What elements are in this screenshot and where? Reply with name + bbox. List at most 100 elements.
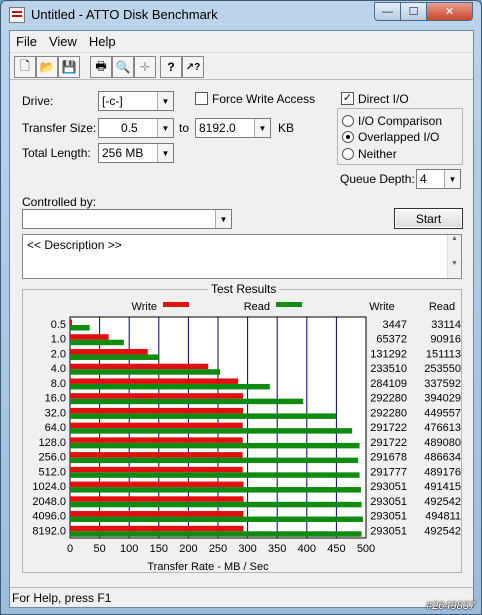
read-bar [70,383,270,390]
maximize-button[interactable]: ☐ [400,2,427,21]
write-bar [70,363,209,370]
read-bar [70,442,360,449]
io-comparison-radio[interactable] [342,115,354,127]
context-help-icon: ↗? [185,61,201,73]
read-bar [70,398,304,405]
write-value: 65372 [376,334,407,346]
y-category-label: 2048.0 [32,496,66,508]
minimize-button[interactable]: — [374,2,401,21]
menu-bar: File View Help [10,31,473,51]
read-bar [70,487,361,493]
chevron-down-icon: ▼ [157,119,173,137]
write-value: 293051 [370,525,407,537]
write-value: 293051 [370,511,407,523]
open-button[interactable]: 📂 [36,56,58,78]
description-box[interactable]: << Description >> ▲ ▼ [22,234,462,279]
neither-radio[interactable] [342,148,354,160]
queue-depth-select[interactable]: 4 ▼ [416,169,461,189]
read-value: 492542 [424,525,461,537]
print-preview-button[interactable]: 🔍 [112,56,134,78]
x-tick-label: 300 [238,543,256,555]
write-bar [70,525,244,532]
x-tick-label: 350 [268,543,286,555]
read-value: 337592 [424,378,461,390]
write-bar [70,437,243,443]
scroll-down-icon[interactable]: ▼ [448,260,461,267]
write-bar [70,393,244,399]
test-results-group: Test Results Write Read Write Read 0.5 1.… [22,282,462,573]
transfer-to-value: 8192.0 [199,121,236,135]
move-icon: ✛ [139,60,151,74]
read-value: 33114 [431,319,461,331]
y-category-label: 4096.0 [32,511,66,523]
chevron-down-icon: ▼ [157,144,173,162]
write-column-header: Write [369,301,394,313]
window-title: Untitled - ATTO Disk Benchmark [31,7,218,22]
menu-help[interactable]: Help [83,34,122,49]
y-category-label: 32.0 [45,407,66,419]
print-icon: 🖶 [95,58,107,73]
controlled-by-select[interactable]: ▼ [22,209,232,229]
y-category-label: 0.5 [51,319,66,331]
app-window: Untitled - ATTO Disk Benchmark — ☐ ✕ Fil… [0,0,482,615]
transfer-size-from-select[interactable]: 0.5 ▼ [98,118,174,138]
close-button[interactable]: ✕ [426,2,473,21]
y-category-label: 1.0 [51,334,66,346]
help-button[interactable]: ? [160,56,182,78]
read-value: 253550 [424,363,461,375]
x-axis-label: Transfer Rate - MB / Sec [147,561,269,572]
read-value: 90916 [430,334,461,346]
context-help-button[interactable]: ↗? [182,56,204,78]
read-column-header: Read [429,301,455,313]
write-bar [70,496,244,502]
read-bar [70,339,124,346]
y-category-label: 16.0 [45,393,66,405]
move-button[interactable]: ✛ [134,56,156,78]
write-value: 292280 [370,407,407,419]
to-label: to [179,121,190,135]
title-bar[interactable]: Untitled - ATTO Disk Benchmark — ☐ ✕ [1,1,481,29]
description-scrollbar[interactable]: ▲ ▼ [447,235,461,278]
new-file-icon: 🗋 [20,58,30,73]
legend-read-swatch [276,302,302,307]
x-tick-label: 200 [179,543,197,555]
new-file-button[interactable]: 🗋 [14,56,36,78]
drive-label: Drive: [22,94,54,108]
kb-label: KB [278,121,295,135]
write-value: 131292 [370,348,407,360]
transfer-size-label: Transfer Size: [22,121,97,135]
drive-select[interactable]: [-c-] ▼ [98,91,174,111]
force-write-checkbox[interactable] [195,92,208,105]
y-category-label: 4.0 [51,363,66,375]
y-category-label: 64.0 [45,422,66,434]
x-tick-label: 150 [150,543,168,555]
transfer-from-value: 0.5 [121,121,138,135]
menu-view[interactable]: View [43,34,83,49]
read-bar [70,428,353,434]
read-value: 491415 [424,481,461,493]
scroll-up-icon[interactable]: ▲ [448,235,461,242]
read-value: 476613 [424,422,461,434]
total-length-label: Total Length: [22,146,91,160]
write-value: 233510 [370,363,407,375]
start-button[interactable]: Start [394,208,463,229]
legend-read-label: Read [244,301,270,313]
write-bar [70,319,73,325]
write-bar [70,378,239,384]
write-value: 292280 [370,393,407,405]
total-length-select[interactable]: 256 MB ▼ [98,143,174,163]
legend-write-label: Write [132,301,157,313]
direct-io-checkbox[interactable]: ✓ [341,92,354,105]
print-button[interactable]: 🖶 [90,56,112,78]
write-bar [70,481,244,488]
x-tick-label: 500 [357,543,375,555]
menu-file[interactable]: File [10,34,43,49]
queue-depth-value: 4 [420,172,427,186]
overlapped-io-radio[interactable] [342,131,354,143]
status-text: For Help, press F1 [12,591,112,605]
save-button[interactable]: 💾 [58,56,80,78]
read-bar [70,413,337,419]
write-value: 291777 [370,466,407,478]
y-category-label: 512.0 [38,466,66,478]
transfer-size-to-select[interactable]: 8192.0 ▼ [195,118,271,138]
